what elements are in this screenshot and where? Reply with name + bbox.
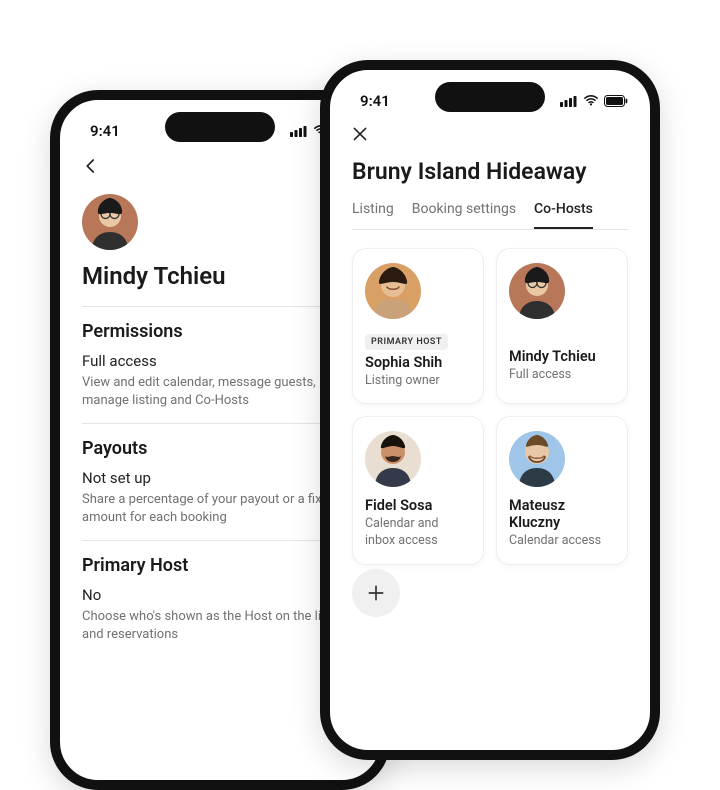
plus-icon: [366, 583, 386, 603]
cohost-name: Mindy Tchieu: [509, 348, 615, 365]
payouts-title: Payouts: [82, 438, 358, 459]
cohost-name: Sophia Shih: [365, 354, 471, 371]
back-icon[interactable]: [82, 156, 106, 180]
tab-listing[interactable]: Listing: [352, 201, 394, 229]
status-time: 9:41: [90, 122, 120, 140]
close-icon[interactable]: [352, 126, 372, 146]
device-notch: [165, 112, 275, 142]
tab-booking-settings[interactable]: Booking settings: [412, 201, 516, 229]
avatar: [365, 263, 421, 319]
divider: [82, 540, 358, 541]
avatar: [509, 263, 565, 319]
add-cohost-button[interactable]: [352, 569, 400, 617]
page-title: Bruny Island Hideaway: [352, 158, 628, 185]
cohost-grid: PRIMARY HOST Sophia Shih Listing owner M…: [352, 248, 628, 565]
profile-avatar: [82, 194, 138, 250]
avatar: [365, 431, 421, 487]
cohost-role: Calendar access: [509, 533, 615, 549]
avatar: [509, 431, 565, 487]
cohost-name: Fidel Sosa: [365, 497, 471, 514]
phone-cohosts-view: 9:41 Bruny Island Hideaway Listing Booki…: [320, 60, 660, 760]
cohost-card-mateusz[interactable]: Mateusz Kluczny Calendar access: [496, 416, 628, 564]
payouts-value: Not set up: [82, 469, 358, 487]
divider: [82, 306, 358, 307]
section-permissions[interactable]: Permissions Full access View and edit ca…: [82, 321, 358, 409]
cohost-card-mindy[interactable]: Mindy Tchieu Full access: [496, 248, 628, 404]
permissions-title: Permissions: [82, 321, 358, 342]
tabs: Listing Booking settings Co-Hosts: [352, 201, 628, 230]
payouts-desc: Share a percentage of your payout or a f…: [82, 491, 358, 526]
section-payouts[interactable]: Payouts Not set up Share a percentage of…: [82, 438, 358, 526]
permissions-desc: View and edit calendar, message guests, …: [82, 374, 358, 409]
divider: [82, 423, 358, 424]
primary-host-badge: PRIMARY HOST: [365, 334, 448, 350]
permissions-value: Full access: [82, 352, 358, 370]
section-primary-host[interactable]: Primary Host No Choose who's shown as th…: [82, 555, 358, 643]
cohost-name: Mateusz Kluczny: [509, 497, 615, 531]
primary-host-title: Primary Host: [82, 555, 358, 576]
cohost-role: Full access: [509, 367, 615, 383]
cohost-role: Listing owner: [365, 373, 471, 389]
cohosts-screen: Bruny Island Hideaway Listing Booking se…: [330, 118, 650, 617]
device-notch: [435, 82, 545, 112]
status-indicators: [560, 95, 628, 107]
cohost-card-sophia[interactable]: PRIMARY HOST Sophia Shih Listing owner: [352, 248, 484, 404]
profile-name: Mindy Tchieu: [82, 262, 358, 290]
tab-cohosts[interactable]: Co-Hosts: [534, 201, 593, 229]
cohost-card-fidel[interactable]: Fidel Sosa Calendar and inbox access: [352, 416, 484, 564]
cohost-role: Calendar and inbox access: [365, 516, 471, 549]
primary-host-value: No: [82, 586, 358, 604]
primary-host-desc: Choose who's shown as the Host on the li…: [82, 608, 358, 643]
status-time: 9:41: [360, 92, 390, 110]
